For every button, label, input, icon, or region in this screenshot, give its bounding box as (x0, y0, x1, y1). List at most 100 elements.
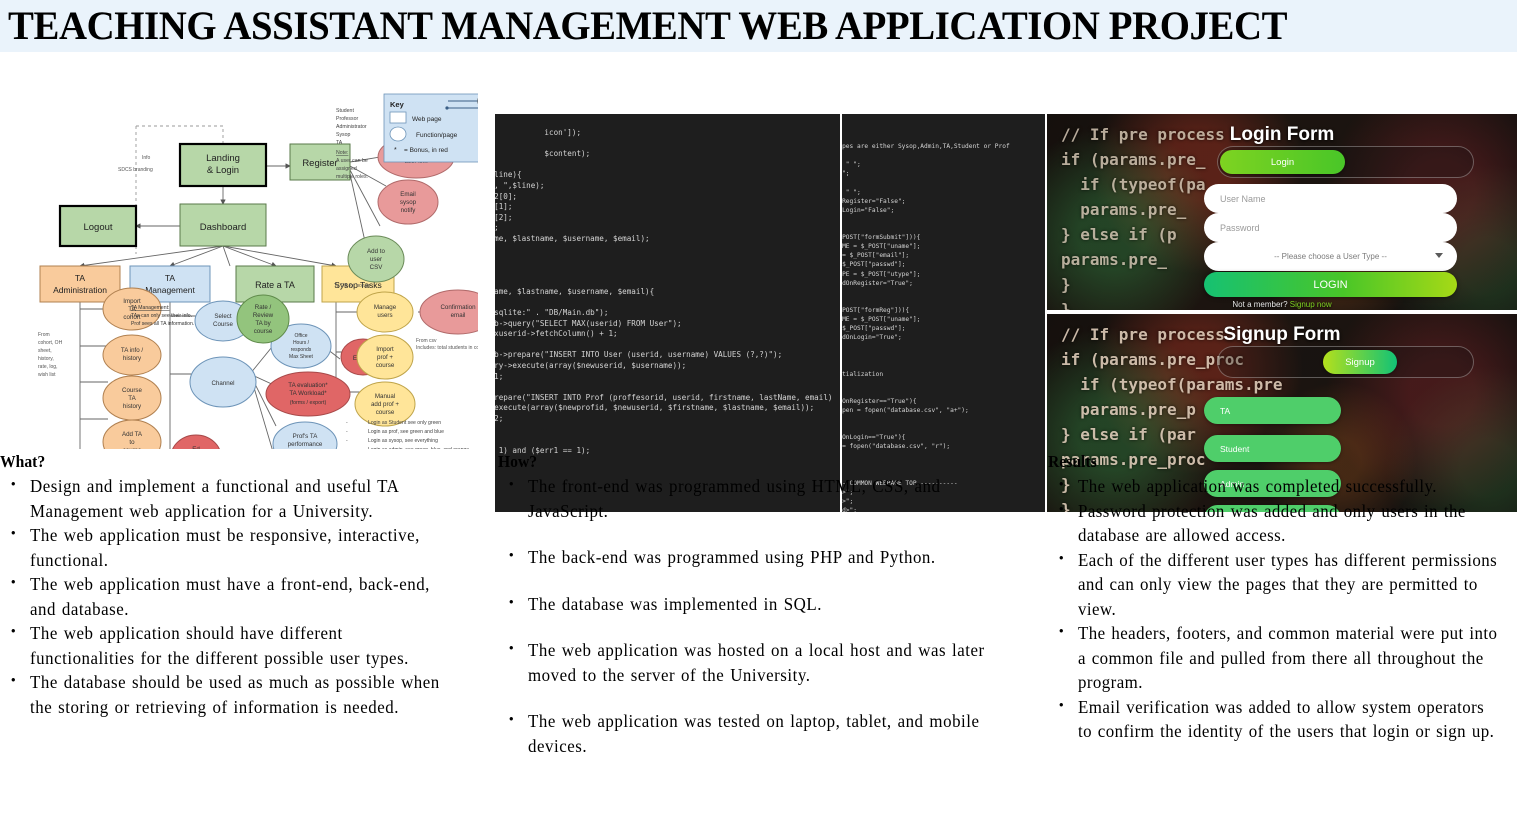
svg-text:history: history (123, 403, 142, 410)
tab-login[interactable]: Login (1220, 150, 1345, 174)
diagram-role-student: Student (336, 108, 354, 114)
password-input[interactable]: Password (1204, 213, 1457, 242)
diagram-node-landing-login: Landing (206, 153, 240, 164)
svg-text:From csv: From csv (416, 338, 437, 344)
list-item: The database should be used as much as p… (11, 669, 452, 719)
svg-text:Review: Review (253, 312, 274, 319)
diagram-node-rate-a-ta: Rate a TA (255, 280, 295, 290)
list-item: The web application should have differen… (11, 620, 452, 670)
svg-text:-: - (346, 420, 348, 426)
svg-text:Import: Import (376, 346, 394, 353)
poster-header: TEACHING ASSISTANT MANAGEMENT WEB APPLIC… (0, 0, 1517, 52)
column-what-list: Design and implement a functional and us… (0, 473, 470, 719)
svg-text:Course: Course (213, 321, 234, 328)
svg-text:course: course (376, 362, 395, 369)
column-results: Results The web application was complete… (1048, 452, 1517, 744)
svg-text:Login as prof, see green and b: Login as prof, see green and blue (368, 429, 444, 435)
svg-text:TA info /: TA info / (121, 347, 144, 354)
diagram-node-ta-management: TA (165, 273, 176, 283)
column-how-list: The front-end was programmed using HTML,… (498, 473, 1043, 758)
column-what: What? Design and implement a functional … (0, 452, 470, 719)
svg-text:Login as Student see only gree: Login as Student see only green (368, 420, 441, 426)
svg-text:history,: history, (38, 356, 54, 362)
signup-form-title: Signup Form (1223, 324, 1341, 345)
usertype-select-label: -- Please choose a User Type -- (1274, 252, 1387, 261)
column-how: How? The front-end was programmed using … (498, 452, 1043, 780)
svg-text:user: user (370, 256, 382, 263)
svg-text:SDCS branding: SDCS branding (118, 167, 153, 173)
tab-signup[interactable]: Signup (1323, 350, 1397, 374)
svg-text:Web page: Web page (412, 116, 442, 123)
svg-text:Key: Key (390, 100, 405, 109)
svg-text:Office: Office (295, 333, 308, 339)
svg-text:TAs can only see their info.: TAs can only see their info. (131, 313, 192, 319)
svg-text:TA: TA (336, 140, 343, 146)
svg-text:TA: TA (128, 395, 136, 402)
svg-text:To DB for bonus: To DB for bonus (334, 283, 370, 289)
svg-text:Administration: Administration (53, 285, 107, 295)
chevron-down-icon (1435, 253, 1443, 258)
svg-text:Email: Email (400, 191, 415, 198)
signup-now-link[interactable]: Signup now (1290, 300, 1332, 309)
svg-text:*: * (394, 147, 397, 154)
svg-text:Ed: Ed (192, 446, 200, 449)
list-item: The web application was completed succes… (1059, 473, 1499, 499)
svg-text:Max Sheet: Max Sheet (289, 354, 314, 360)
svg-text:cohort, OH: cohort, OH (38, 340, 63, 346)
login-form-screenshot: // If pre process if (params.pre_ if (ty… (1047, 114, 1517, 310)
svg-text:course: course (376, 409, 395, 416)
svg-text:Login as sysop, see everything: Login as sysop, see everything (368, 438, 438, 444)
svg-text:multiple roles.: multiple roles. (336, 174, 368, 180)
svg-text:Administrator: Administrator (336, 124, 367, 130)
svg-text:users: users (377, 312, 392, 319)
list-item: The web application was hosted on a loca… (509, 637, 1022, 687)
diagram-node-dashboard: Dashboard (200, 222, 246, 233)
login-submit-button[interactable]: LOGIN (1204, 272, 1457, 297)
svg-text:Note:: Note: (336, 150, 348, 156)
svg-text:TA by: TA by (255, 320, 271, 327)
diagram-key: Key Web page Function/page * = Bonus, in… (383, 93, 478, 163)
list-item: Design and implement a functional and us… (11, 473, 452, 523)
svg-text:to: to (129, 439, 135, 446)
svg-text:Prof sees all TA information.: Prof sees all TA information. (131, 321, 194, 327)
svg-text:From: From (38, 332, 50, 338)
svg-text:Manual: Manual (375, 393, 395, 400)
diagram-edge-label-info: Info (142, 155, 151, 161)
svg-text:Includes: total students in co: Includes: total students in course, name… (416, 345, 478, 351)
list-item: Password protection was added and only u… (1059, 498, 1499, 548)
svg-text:Add to: Add to (367, 248, 385, 255)
svg-text:email: email (451, 312, 466, 319)
svg-text:Hours /: Hours / (293, 340, 310, 346)
svg-text:Function/page: Function/page (416, 132, 458, 139)
svg-text:Sysop: Sysop (336, 132, 351, 138)
svg-text:add prof +: add prof + (371, 401, 399, 408)
list-item: The back-end was programmed using PHP an… (509, 544, 1022, 570)
column-how-heading: How? (498, 452, 538, 471)
svg-text:Course: Course (122, 387, 143, 394)
svg-text:Management: Management (145, 285, 195, 295)
svg-text:history: history (123, 355, 142, 362)
svg-text:sysop: sysop (400, 199, 417, 206)
svg-text:assigned: assigned (336, 166, 357, 172)
column-results-heading: Results (1048, 452, 1097, 471)
diagram-node-logout: Logout (83, 222, 112, 233)
svg-text:prof +: prof + (377, 354, 393, 361)
diagram-node-ta-administration: TA (75, 273, 86, 283)
column-what-heading: What? (0, 452, 46, 471)
svg-text:performance: performance (288, 441, 323, 448)
svg-text:Import: Import (123, 298, 141, 305)
list-item: The headers, footers, and common materia… (1059, 620, 1499, 695)
signup-prompt: Not a member? Signup now (1047, 300, 1517, 309)
column-results-list: The web application was completed succes… (1048, 473, 1517, 744)
svg-text:course: course (123, 447, 142, 449)
site-map-flowchart: Landing & Login Register Logout Dashboar… (18, 74, 478, 449)
svg-text:= Bonus, in red: = Bonus, in red (404, 147, 448, 154)
svg-text:rate, log,: rate, log, (38, 364, 57, 370)
code-text: icon']); $content); $line){ ", ",$line);… (495, 128, 833, 455)
username-input[interactable]: User Name (1204, 184, 1457, 213)
login-form-title: Login Form (1229, 124, 1335, 145)
svg-text:course: course (254, 328, 273, 335)
usertype-select[interactable]: -- Please choose a User Type -- (1204, 242, 1457, 271)
svg-text:& Login: & Login (207, 165, 239, 176)
usertype-option-ta[interactable]: TA (1204, 397, 1341, 424)
